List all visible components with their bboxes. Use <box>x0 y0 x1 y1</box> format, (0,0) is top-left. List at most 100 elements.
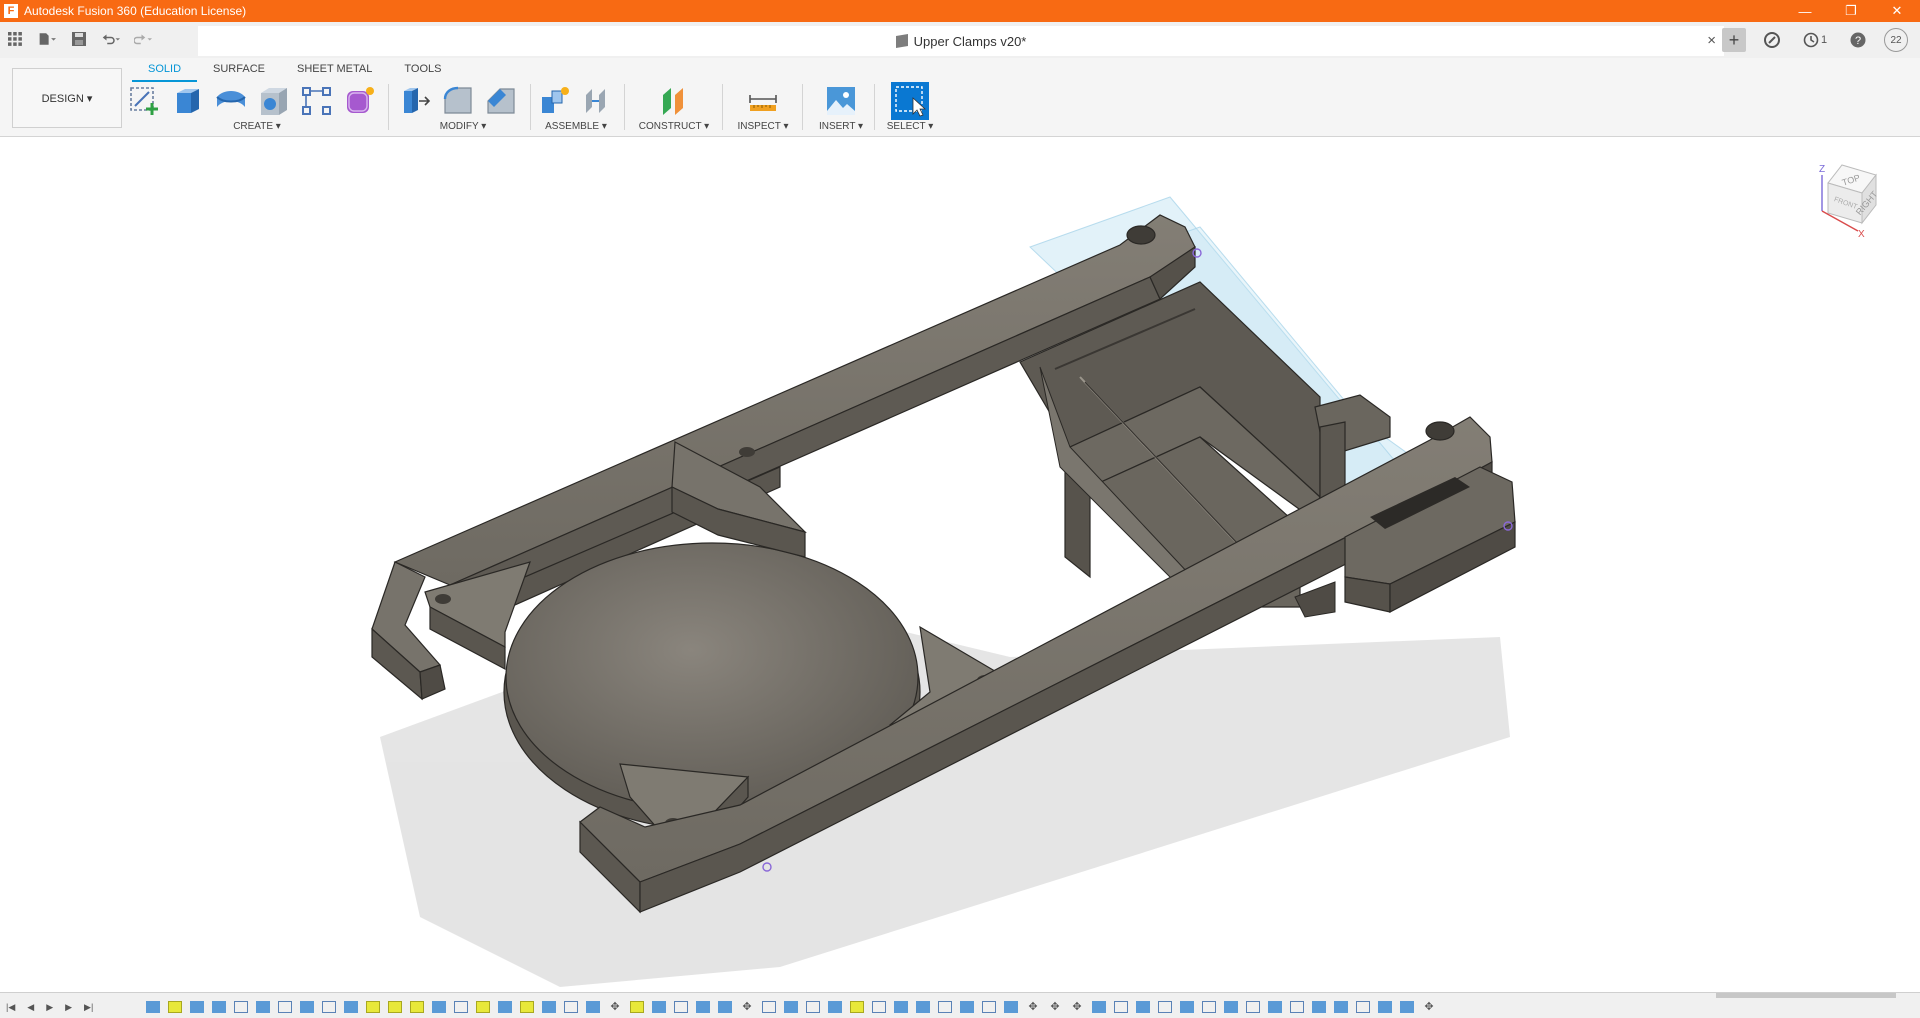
timeline-feature-icon[interactable] <box>256 1001 270 1013</box>
timeline-feature-icon[interactable] <box>498 1001 512 1013</box>
hole-icon[interactable] <box>257 85 291 117</box>
view-cube[interactable]: TOP RIGHT FRONT Z X <box>1812 157 1892 240</box>
undo-icon[interactable] <box>102 30 120 48</box>
step-back-icon[interactable]: ◀ <box>27 1002 34 1013</box>
inspect-menu[interactable]: INSPECT ▾ <box>728 121 798 132</box>
measure-icon[interactable] <box>746 85 780 117</box>
timeline-feature-icon[interactable] <box>1378 1001 1392 1013</box>
go-to-start-icon[interactable]: |◀ <box>6 1002 15 1013</box>
timeline-feature-icon[interactable] <box>300 1001 314 1013</box>
timeline-feature-icon[interactable] <box>938 1001 952 1013</box>
timeline-feature-icon[interactable] <box>1268 1001 1282 1013</box>
timeline-feature-icon[interactable] <box>1114 1001 1128 1013</box>
timeline-feature-icon[interactable] <box>366 1001 380 1013</box>
timeline-move-icon[interactable]: ✥ <box>1070 1001 1084 1013</box>
timeline-feature-icon[interactable] <box>146 1001 160 1013</box>
revolve-icon[interactable] <box>214 85 248 117</box>
timeline-feature-icon[interactable] <box>1334 1001 1348 1013</box>
timeline-feature-icon[interactable] <box>1224 1001 1238 1013</box>
timeline-feature-icon[interactable] <box>1356 1001 1370 1013</box>
insert-image-icon[interactable] <box>824 85 858 117</box>
timeline-feature-icon[interactable] <box>806 1001 820 1013</box>
play-icon[interactable]: ▶ <box>46 1002 53 1013</box>
extensions-icon[interactable] <box>1760 28 1784 52</box>
timeline-feature-icon[interactable] <box>432 1001 446 1013</box>
select-menu[interactable]: SELECT ▾ <box>878 121 942 132</box>
go-to-end-icon[interactable]: ▶| <box>84 1002 93 1013</box>
timeline-feature-icon[interactable] <box>828 1001 842 1013</box>
workspace-switcher[interactable]: DESIGN ▾ <box>12 68 122 128</box>
joint-icon[interactable] <box>581 85 615 117</box>
timeline-feature-icon[interactable] <box>630 1001 644 1013</box>
fillet-icon[interactable] <box>441 85 475 117</box>
timeline-feature-icon[interactable] <box>278 1001 292 1013</box>
timeline-feature-icon[interactable] <box>762 1001 776 1013</box>
timeline-feature-icon[interactable] <box>586 1001 600 1013</box>
timeline-feature-icon[interactable] <box>410 1001 424 1013</box>
timeline-feature-icon[interactable] <box>1290 1001 1304 1013</box>
timeline-feature-icon[interactable] <box>168 1001 182 1013</box>
timeline-feature-icon[interactable] <box>784 1001 798 1013</box>
create-menu[interactable]: CREATE ▾ <box>128 121 386 132</box>
timeline-feature-icon[interactable] <box>872 1001 886 1013</box>
timeline-feature-icon[interactable] <box>520 1001 534 1013</box>
timeline-move-icon[interactable]: ✥ <box>1048 1001 1062 1013</box>
timeline-feature-icon[interactable] <box>982 1001 996 1013</box>
insert-menu[interactable]: INSERT ▾ <box>808 121 874 132</box>
job-status-button[interactable]: 1 <box>1798 28 1832 52</box>
timeline-feature-icon[interactable] <box>916 1001 930 1013</box>
construct-menu[interactable]: CONSTRUCT ▾ <box>632 121 716 132</box>
tab-tools[interactable]: TOOLS <box>388 58 457 80</box>
restore-button[interactable]: ❐ <box>1828 0 1874 22</box>
tab-sheet-metal[interactable]: SHEET METAL <box>281 58 388 80</box>
create-sketch-icon[interactable] <box>128 85 162 117</box>
app-grid-icon[interactable] <box>6 30 24 48</box>
form-icon[interactable] <box>343 85 377 117</box>
select-icon[interactable] <box>891 82 929 120</box>
timeline-move-icon[interactable]: ✥ <box>740 1001 754 1013</box>
user-avatar[interactable]: 22 <box>1884 28 1908 52</box>
timeline-feature-icon[interactable] <box>1400 1001 1414 1013</box>
assemble-menu[interactable]: ASSEMBLE ▾ <box>538 121 614 132</box>
timeline-feature-icon[interactable] <box>190 1001 204 1013</box>
timeline-feature-icon[interactable] <box>322 1001 336 1013</box>
timeline-move-icon[interactable]: ✥ <box>608 1001 622 1013</box>
timeline-move-icon[interactable]: ✥ <box>1026 1001 1040 1013</box>
tab-solid[interactable]: SOLID <box>132 58 198 82</box>
close-tab-button[interactable]: × <box>1707 32 1716 49</box>
timeline-feature-icon[interactable] <box>1246 1001 1260 1013</box>
save-icon[interactable] <box>70 30 88 48</box>
new-tab-button[interactable]: + <box>1722 28 1746 52</box>
timeline-feature-icon[interactable] <box>476 1001 490 1013</box>
timeline-feature-icon[interactable] <box>542 1001 556 1013</box>
help-icon[interactable]: ? <box>1846 28 1870 52</box>
timeline-feature-icon[interactable] <box>564 1001 578 1013</box>
extrude-icon[interactable] <box>171 85 205 117</box>
timeline-feature-icon[interactable] <box>696 1001 710 1013</box>
timeline-feature-icon[interactable] <box>894 1001 908 1013</box>
timeline-feature-icon[interactable] <box>1092 1001 1106 1013</box>
new-component-icon[interactable] <box>538 85 572 117</box>
step-forward-icon[interactable]: ▶ <box>65 1002 72 1013</box>
timeline-feature-icon[interactable] <box>212 1001 226 1013</box>
close-button[interactable]: ✕ <box>1874 0 1920 22</box>
timeline-feature-icon[interactable] <box>234 1001 248 1013</box>
timeline-feature-icon[interactable] <box>1004 1001 1018 1013</box>
file-menu-icon[interactable] <box>38 30 56 48</box>
offset-plane-icon[interactable] <box>657 85 691 117</box>
timeline-feature-icon[interactable] <box>388 1001 402 1013</box>
timeline-feature-icon[interactable] <box>1158 1001 1172 1013</box>
timeline-feature-icon[interactable] <box>1136 1001 1150 1013</box>
pattern-icon[interactable] <box>300 85 334 117</box>
timeline-feature-icon[interactable] <box>718 1001 732 1013</box>
minimize-button[interactable]: — <box>1782 0 1828 22</box>
timeline-feature-icon[interactable] <box>960 1001 974 1013</box>
3d-viewport[interactable]: TOP RIGHT FRONT Z X <box>0 137 1920 992</box>
timeline-feature-icon[interactable] <box>652 1001 666 1013</box>
timeline-move-icon[interactable]: ✥ <box>1422 1001 1436 1013</box>
model-render[interactable] <box>0 137 1920 992</box>
tab-surface[interactable]: SURFACE <box>197 58 281 80</box>
timeline-feature-icon[interactable] <box>344 1001 358 1013</box>
timeline-feature-icon[interactable] <box>1180 1001 1194 1013</box>
press-pull-icon[interactable] <box>398 85 432 117</box>
